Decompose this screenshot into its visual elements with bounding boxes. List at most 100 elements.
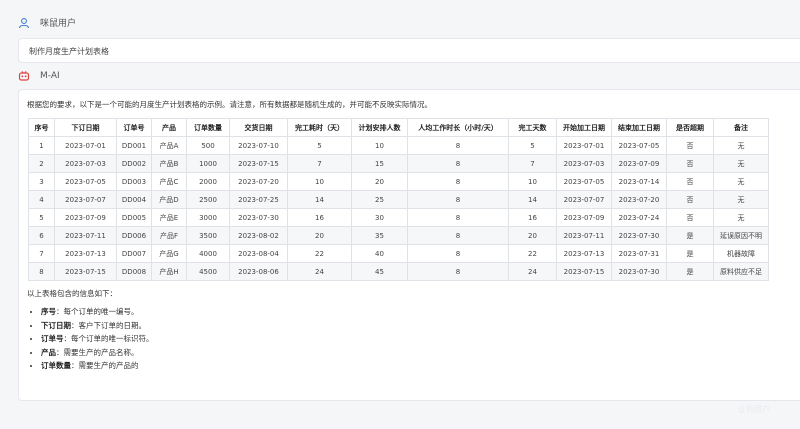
table-cell: 否	[666, 136, 714, 155]
table-cell: 16	[287, 208, 352, 227]
assistant-header: M-AI	[18, 70, 60, 82]
table-row: 8 2023-07-15 DD008 产品H 4500 2023-08-06 24 45 8 24…	[28, 262, 769, 281]
table-cell: 无	[713, 136, 769, 155]
table-cell: 2023-07-05	[556, 172, 612, 191]
table-body: 1 2023-07-01 DD001 产品A 500 2023-07-10 5 10 8 5 202…	[28, 136, 769, 281]
field-term: 序号	[41, 307, 56, 316]
table-cell: 5	[287, 136, 352, 155]
table-cell: 2023-07-01	[556, 136, 612, 155]
table-cell: 是	[666, 262, 714, 281]
column-header: 下订日期	[54, 118, 117, 137]
answer-intro: 根据您的要求，以下是一个可能的月度生产计划表格的示例。请注意，所有数据都是随机生…	[27, 100, 432, 109]
table-cell: DD006	[116, 226, 152, 245]
table-cell: 30	[351, 208, 408, 227]
table-cell: 2023-07-13	[556, 244, 612, 263]
table-cell: 16	[508, 208, 557, 227]
user-prompt-bubble: 制作月度生产计划表格	[18, 38, 800, 63]
table-cell: 2	[28, 154, 55, 173]
field-term: 订单数量	[41, 361, 71, 371]
table-cell: 2023-07-09	[54, 208, 117, 227]
table-cell: 3	[28, 172, 55, 191]
table-cell: 是	[666, 244, 714, 263]
column-header: 是否超期	[666, 118, 714, 137]
table-cell: 2023-07-05	[611, 136, 667, 155]
field-desc: ：每个订单的唯一标识符。	[63, 334, 154, 344]
table-cell: 2023-07-25	[229, 190, 288, 209]
table-cell: DD003	[116, 172, 152, 191]
list-item: 下订日期：客户下订单的日期。	[41, 319, 154, 333]
table-cell: 2023-07-30	[611, 262, 667, 281]
table-cell: 2023-07-03	[54, 154, 117, 173]
table-cell: 否	[666, 208, 714, 227]
table-cell: 是	[666, 226, 714, 245]
table-cell: 无	[713, 154, 769, 173]
table-cell: 40	[351, 244, 408, 263]
table-cell: 2023-07-07	[556, 190, 612, 209]
table-cell: 25	[351, 190, 408, 209]
table-cell: 2023-07-30	[611, 226, 667, 245]
table-cell: 5	[508, 136, 557, 155]
table-cell: DD005	[116, 208, 152, 227]
table-cell: 22	[287, 244, 352, 263]
column-header: 序号	[28, 118, 55, 137]
table-cell: 原料供应不足	[713, 262, 769, 281]
list-item: 产品：需要生产的产品名称。	[41, 346, 154, 360]
table-cell: 4500	[186, 262, 230, 281]
table-cell: 24	[287, 262, 352, 281]
table-cell: 产品G	[151, 244, 187, 263]
table-cell: 2023-07-11	[54, 226, 117, 245]
table-row: 7 2023-07-13 DD007 产品G 4000 2023-08-04 22 40 8 22…	[28, 244, 769, 263]
table-cell: 14	[287, 190, 352, 209]
column-header: 备注	[713, 118, 769, 137]
table-cell: 2023-07-07	[54, 190, 117, 209]
field-term: 下订日期	[41, 320, 71, 330]
field-desc: ：每个订单的唯一编号。	[56, 307, 139, 316]
table-cell: 15	[351, 154, 408, 173]
table-cell: 2023-07-11	[556, 226, 612, 245]
table-cell: 14	[508, 190, 557, 209]
table-cell: 无	[713, 190, 769, 209]
table-row: 1 2023-07-01 DD001 产品A 500 2023-07-10 5 10 8 5 202…	[28, 136, 769, 155]
field-desc: ：客户下订单的日期。	[71, 320, 146, 330]
table-cell: 2023-07-15	[54, 262, 117, 281]
table-cell: 2023-08-06	[229, 262, 288, 281]
column-header: 产品	[151, 118, 187, 137]
table-cell: DD001	[116, 136, 152, 155]
table-cell: 产品H	[151, 262, 187, 281]
field-list: 序号：每个订单的唯一编号。 下订日期：客户下订单的日期。 订单号：每个订单的唯一…	[27, 305, 154, 373]
table-cell: 20	[508, 226, 557, 245]
field-desc: ：需要生产的产品的	[71, 361, 139, 371]
table-cell: 8	[407, 226, 509, 245]
table-cell: 无	[713, 172, 769, 191]
table-cell: 否	[666, 154, 714, 173]
field-term: 订单号	[41, 334, 64, 344]
table-cell: 4000	[186, 244, 230, 263]
table-cell: 延误原因不明	[713, 226, 769, 245]
table-cell: 8	[407, 190, 509, 209]
table-cell: 7	[287, 154, 352, 173]
field-term: 产品	[41, 347, 56, 357]
table-row: 5 2023-07-09 DD005 产品E 3000 2023-07-30 16 30 8 16…	[28, 208, 769, 227]
table-cell: 2023-07-01	[54, 136, 117, 155]
table-cell: 6	[28, 226, 55, 245]
column-header: 完工耗时（天）	[287, 118, 352, 137]
assistant-name: M-AI	[40, 71, 60, 81]
table-cell: 2023-07-15	[556, 262, 612, 281]
column-header: 订单数量	[186, 118, 230, 137]
table-cell: 2023-07-15	[229, 154, 288, 173]
table-cell: 20	[287, 226, 352, 245]
table-cell: 4	[28, 190, 55, 209]
column-header: 计划安排人数	[351, 118, 408, 137]
table-cell: 2023-08-02	[229, 226, 288, 245]
table-cell: 2023-07-20	[611, 190, 667, 209]
table-cell: 2023-07-09	[556, 208, 612, 227]
table-cell: 1	[28, 136, 55, 155]
table-row: 2 2023-07-03 DD002 产品B 1000 2023-07-15 7 15 8 7 20…	[28, 154, 769, 173]
column-header: 交货日期	[229, 118, 288, 137]
table-cell: 10	[351, 136, 408, 155]
production-plan-table: 序号 下订日期 订单号 产品 订单数量 交货日期 完工耗时（天） 计划安排人数 …	[28, 118, 769, 281]
table-cell: 8	[407, 244, 509, 263]
table-cell: 2023-08-04	[229, 244, 288, 263]
table-cell: 2023-07-31	[611, 244, 667, 263]
table-row: 6 2023-07-11 DD006 产品F 3500 2023-08-02 20 35 8 20…	[28, 226, 769, 245]
